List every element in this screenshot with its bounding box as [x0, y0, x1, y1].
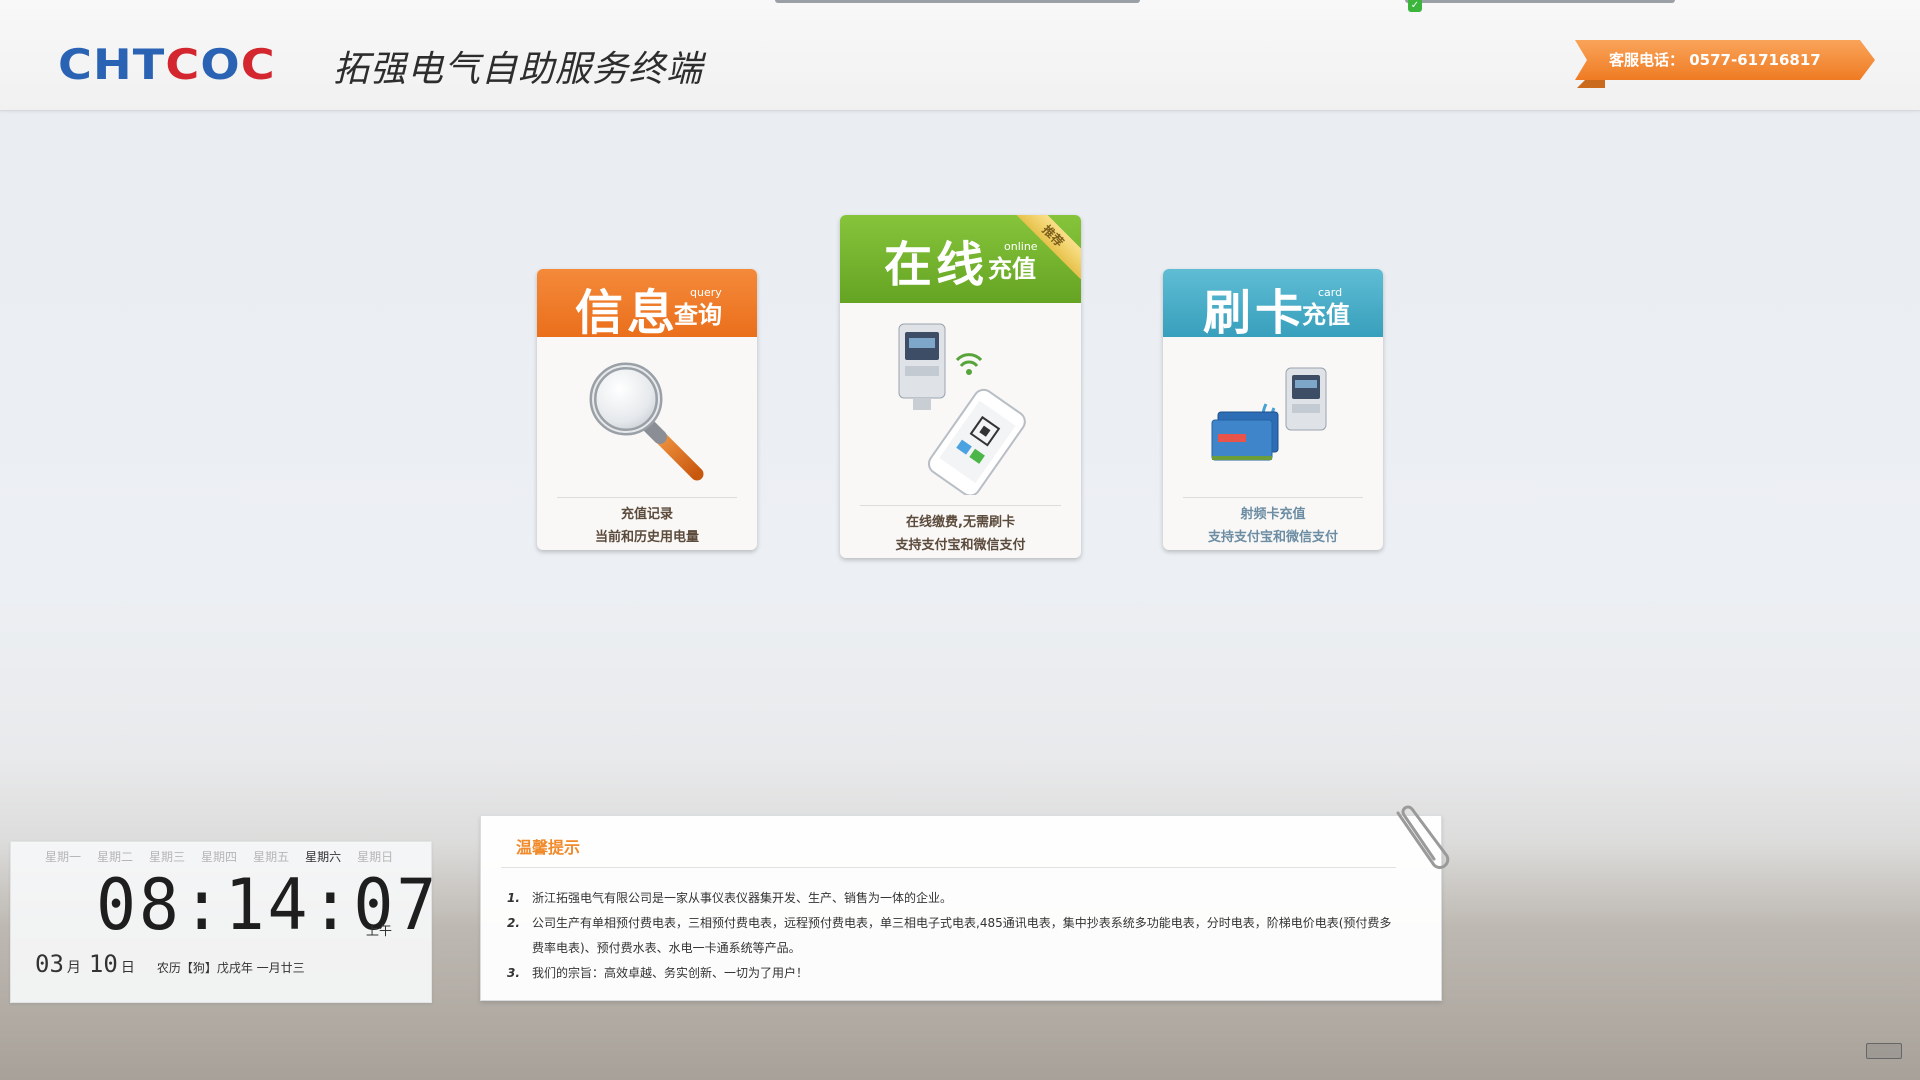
lunar-date: 农历【狗】戊戌年 一月廿三 — [156, 961, 305, 975]
info-query-en-label: query — [690, 286, 722, 299]
top-indicator-bar — [1405, 0, 1675, 3]
online-recharge-en-label: online — [1004, 240, 1038, 253]
notice-title: 温馨提示 — [516, 838, 581, 857]
card-divider — [557, 497, 737, 498]
card-divider — [1183, 497, 1363, 498]
notice-divider — [501, 867, 1396, 868]
notice-panel: 温馨提示 1. 浙江拓强电气有限公司是一家从事仪表仪器集开发、生产、销售为一体的企… — [480, 815, 1442, 1001]
info-query-desc: 充值记录 当前和历史用电量 — [594, 507, 699, 545]
list-item: 1. 浙江拓强电气有限公司是一家从事仪表仪器集开发、生产、销售为一体的企业。 — [507, 891, 953, 905]
date-day: 10 — [88, 950, 118, 978]
card-divider — [860, 505, 1061, 506]
date-day-unit: 日 — [120, 960, 135, 976]
weekday-mon: 星期一 — [45, 850, 82, 864]
top-indicator-bar — [775, 0, 1140, 3]
card-recharge-header: 刷卡 充值 card — [1163, 269, 1383, 341]
online-recharge-desc: 在线缴费,无需刷卡 支持支付宝和微信支付 — [895, 515, 1026, 553]
clock-ampm: 上午 — [366, 924, 393, 939]
date-month-unit: 月 — [66, 960, 81, 976]
clock-widget: 星期一 星期二 星期三 星期四 星期五 星期六 星期日 08:14:07 上午 … — [10, 841, 436, 1003]
card-recharge-subtitle: 充值 — [1302, 300, 1350, 329]
page-title: 拓强电气自助服务终端 — [333, 49, 704, 90]
online-recharge-title: 在线 — [884, 237, 989, 293]
info-query-card[interactable]: 信息 查询 query 充值记录 当前和历史用电量 — [537, 269, 757, 550]
magnifier-icon — [589, 362, 704, 481]
notice-list: 1. 浙江拓强电气有限公司是一家从事仪表仪器集开发、生产、销售为一体的企业。 2.… — [499, 886, 1399, 986]
meter-phone-icon — [898, 323, 1026, 495]
weekday-fri: 星期五 — [253, 850, 290, 864]
online-recharge-card[interactable]: 在线 充值 online 推荐 在线缴费,无需刷卡 支持支付宝和微信支付 — [840, 215, 1081, 558]
date-month: 03 — [35, 950, 64, 978]
weekday-sun: 星期日 — [357, 850, 394, 864]
clock-date: 03 月 10 日 农历【狗】戊戌年 一月廿三 — [35, 950, 305, 978]
keyboard-icon[interactable] — [1866, 1043, 1902, 1059]
card-meter-icon — [1211, 367, 1327, 461]
card-recharge-desc: 射频卡充值 支持支付宝和微信支付 — [1207, 507, 1338, 545]
list-item: 3. 我们的宗旨：高效卓越、务实创新、一切为了用户！ — [507, 966, 809, 980]
online-recharge-subtitle: 充值 — [988, 254, 1036, 283]
header: ✓ CHTCOC 拓强电气自助服务终端 客服电话： 0577-61716817 — [0, 0, 1920, 111]
info-query-subtitle: 查询 — [674, 300, 722, 329]
company-logo: CHTCOC — [58, 40, 276, 89]
weekday-wed: 星期三 — [149, 850, 186, 864]
weekday-sat: 星期六 — [305, 850, 342, 864]
info-query-title: 信息 — [575, 285, 680, 341]
paperclip-icon — [1396, 805, 1450, 869]
weekday-thu: 星期四 — [201, 850, 238, 864]
card-recharge-title: 刷卡 — [1203, 285, 1308, 341]
card-recharge-card[interactable]: 刷卡 充值 card 射频卡充值 支持支付宝和微信支付 — [1163, 269, 1383, 550]
info-query-header: 信息 查询 query — [537, 269, 757, 341]
hotline-badge: 客服电话： 0577-61716817 — [1575, 40, 1875, 80]
list-item: 2. 公司生产有单相预付费电表，三相预付费电表，远程预付费电表，单三相电子式电表,… — [507, 916, 1392, 955]
weekday-row: 星期一 星期二 星期三 星期四 星期五 星期六 星期日 — [45, 848, 409, 865]
weekday-tue: 星期二 — [97, 850, 134, 864]
check-icon: ✓ — [1408, 0, 1422, 12]
card-recharge-en-label: card — [1318, 286, 1343, 299]
